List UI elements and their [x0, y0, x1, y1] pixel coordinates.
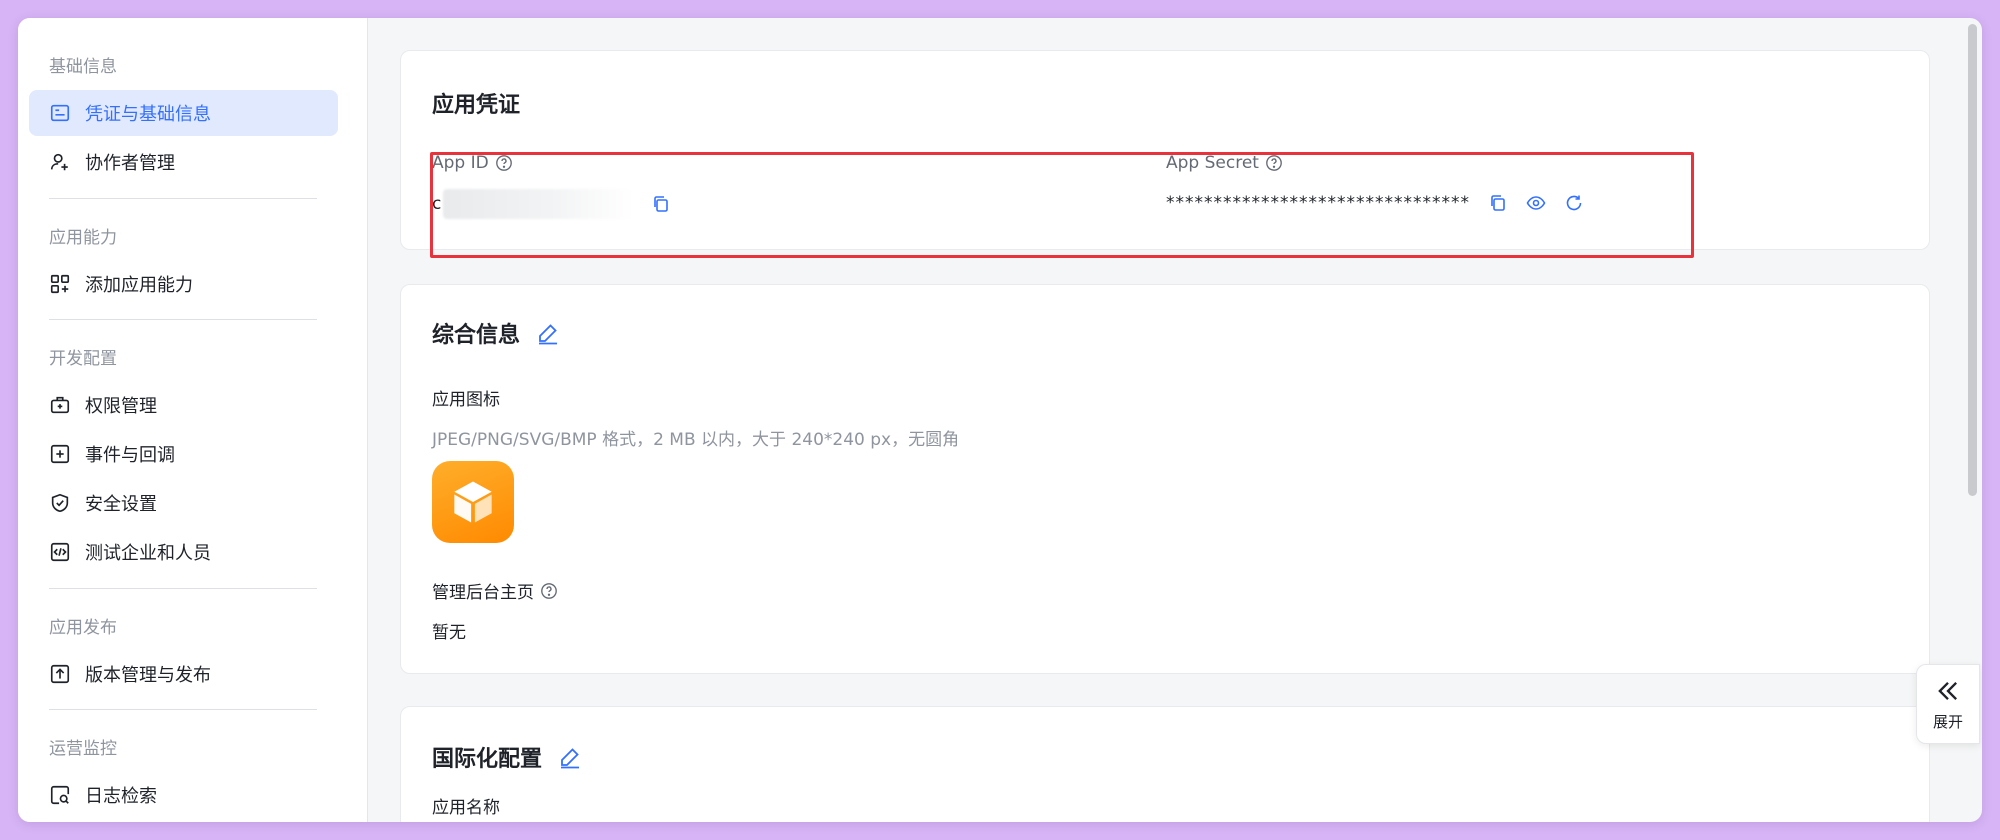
- main-content: 应用凭证 App ID c App Secret ***************…: [369, 18, 1982, 822]
- sidebar-section-capabilities: 应用能力: [49, 228, 117, 248]
- app-window: 基础信息 凭证与基础信息 协作者管理 应用能力 添加应用能力 开发配置 权限管理…: [18, 18, 1982, 822]
- credentials-card: 应用凭证 App ID c App Secret ***************…: [400, 50, 1930, 250]
- sidebar-item-label: 事件与回调: [85, 445, 175, 466]
- copy-icon[interactable]: [1488, 193, 1508, 213]
- code-square-icon: [49, 541, 71, 563]
- app-secret-label: App Secret: [1166, 153, 1283, 173]
- sidebar-item-logs[interactable]: 日志检索: [29, 772, 338, 818]
- edit-icon[interactable]: [558, 745, 582, 769]
- app-name-label: 应用名称: [432, 798, 500, 818]
- sidebar-item-security[interactable]: 安全设置: [29, 480, 338, 526]
- sidebar-item-label: 凭证与基础信息: [85, 104, 211, 125]
- sidebar-item-label: 权限管理: [85, 396, 157, 417]
- i18n-card: 国际化配置 应用名称: [400, 706, 1930, 822]
- app-id-text: c: [432, 194, 442, 214]
- eye-icon[interactable]: [1526, 193, 1546, 213]
- expand-button[interactable]: 展开: [1916, 664, 1980, 744]
- sidebar-item-versions[interactable]: 版本管理与发布: [29, 651, 338, 697]
- sidebar-item-label: 版本管理与发布: [85, 665, 211, 686]
- log-search-icon: [49, 784, 71, 806]
- app-secret-value: ********************************: [1166, 193, 1584, 213]
- i18n-title: 国际化配置: [432, 741, 582, 773]
- sidebar-item-permissions[interactable]: 权限管理: [29, 382, 338, 428]
- app-secret-text: ********************************: [1166, 193, 1470, 213]
- admin-home-label-text: 管理后台主页: [432, 583, 534, 603]
- sidebar-item-label: 安全设置: [85, 494, 157, 515]
- general-title-text: 综合信息: [432, 323, 521, 348]
- sidebar-item-label: 协作者管理: [85, 153, 175, 174]
- grid-add-icon: [49, 273, 71, 295]
- double-chevron-left-icon: [1938, 681, 1957, 700]
- help-icon[interactable]: [495, 154, 513, 172]
- briefcase-icon: [49, 394, 71, 416]
- sidebar-item-add-capability[interactable]: 添加应用能力: [29, 261, 338, 307]
- scrollbar[interactable]: [1968, 24, 1977, 496]
- sidebar-section-basic: 基础信息: [49, 57, 117, 77]
- sidebar-item-events[interactable]: 事件与回调: [29, 431, 338, 477]
- copy-icon[interactable]: [651, 194, 671, 214]
- refresh-icon[interactable]: [1564, 193, 1584, 213]
- sidebar-item-label: 测试企业和人员: [85, 543, 211, 564]
- app-id-label-text: App ID: [432, 153, 489, 173]
- help-icon[interactable]: [540, 582, 558, 600]
- i18n-title-text: 国际化配置: [432, 747, 543, 772]
- sidebar-section-dev-config: 开发配置: [49, 349, 117, 369]
- sidebar: 基础信息 凭证与基础信息 协作者管理 应用能力 添加应用能力 开发配置 权限管理…: [18, 18, 368, 822]
- credentials-title: 应用凭证: [432, 93, 521, 118]
- sidebar-divider: [49, 709, 317, 710]
- redacted-blur: [443, 189, 634, 219]
- credential-icon: [49, 102, 71, 124]
- sidebar-item-label: 日志检索: [85, 786, 157, 807]
- general-title: 综合信息: [432, 317, 560, 349]
- expand-label: 展开: [1932, 712, 1963, 731]
- app-secret-label-text: App Secret: [1166, 153, 1259, 173]
- sidebar-divider: [49, 588, 317, 589]
- app-id-value: c: [432, 189, 671, 219]
- edit-icon[interactable]: [536, 321, 560, 345]
- general-info-card: 综合信息 应用图标 JPEG/PNG/SVG/BMP 格式，2 MB 以内，大于…: [400, 284, 1930, 674]
- admin-home-value: 暂无: [432, 623, 466, 643]
- box-icon: [454, 481, 492, 523]
- app-icon-image[interactable]: [432, 461, 514, 543]
- app-icon-hint: JPEG/PNG/SVG/BMP 格式，2 MB 以内，大于 240*240 p…: [432, 430, 960, 450]
- shield-check-icon: [49, 492, 71, 514]
- sidebar-divider: [49, 319, 317, 320]
- plus-square-icon: [49, 443, 71, 465]
- upload-square-icon: [49, 663, 71, 685]
- sidebar-item-test-org[interactable]: 测试企业和人员: [29, 529, 338, 575]
- sidebar-item-credentials[interactable]: 凭证与基础信息: [29, 90, 338, 136]
- sidebar-section-monitoring: 运营监控: [49, 739, 117, 759]
- admin-home-label: 管理后台主页: [432, 578, 558, 603]
- sidebar-item-collaborators[interactable]: 协作者管理: [29, 139, 338, 185]
- help-icon[interactable]: [1265, 154, 1283, 172]
- sidebar-divider: [49, 198, 317, 199]
- sidebar-item-label: 添加应用能力: [85, 275, 193, 296]
- add-user-icon: [49, 151, 71, 173]
- app-icon-label: 应用图标: [432, 390, 500, 410]
- sidebar-section-release: 应用发布: [49, 618, 117, 638]
- app-id-label: App ID: [432, 153, 513, 173]
